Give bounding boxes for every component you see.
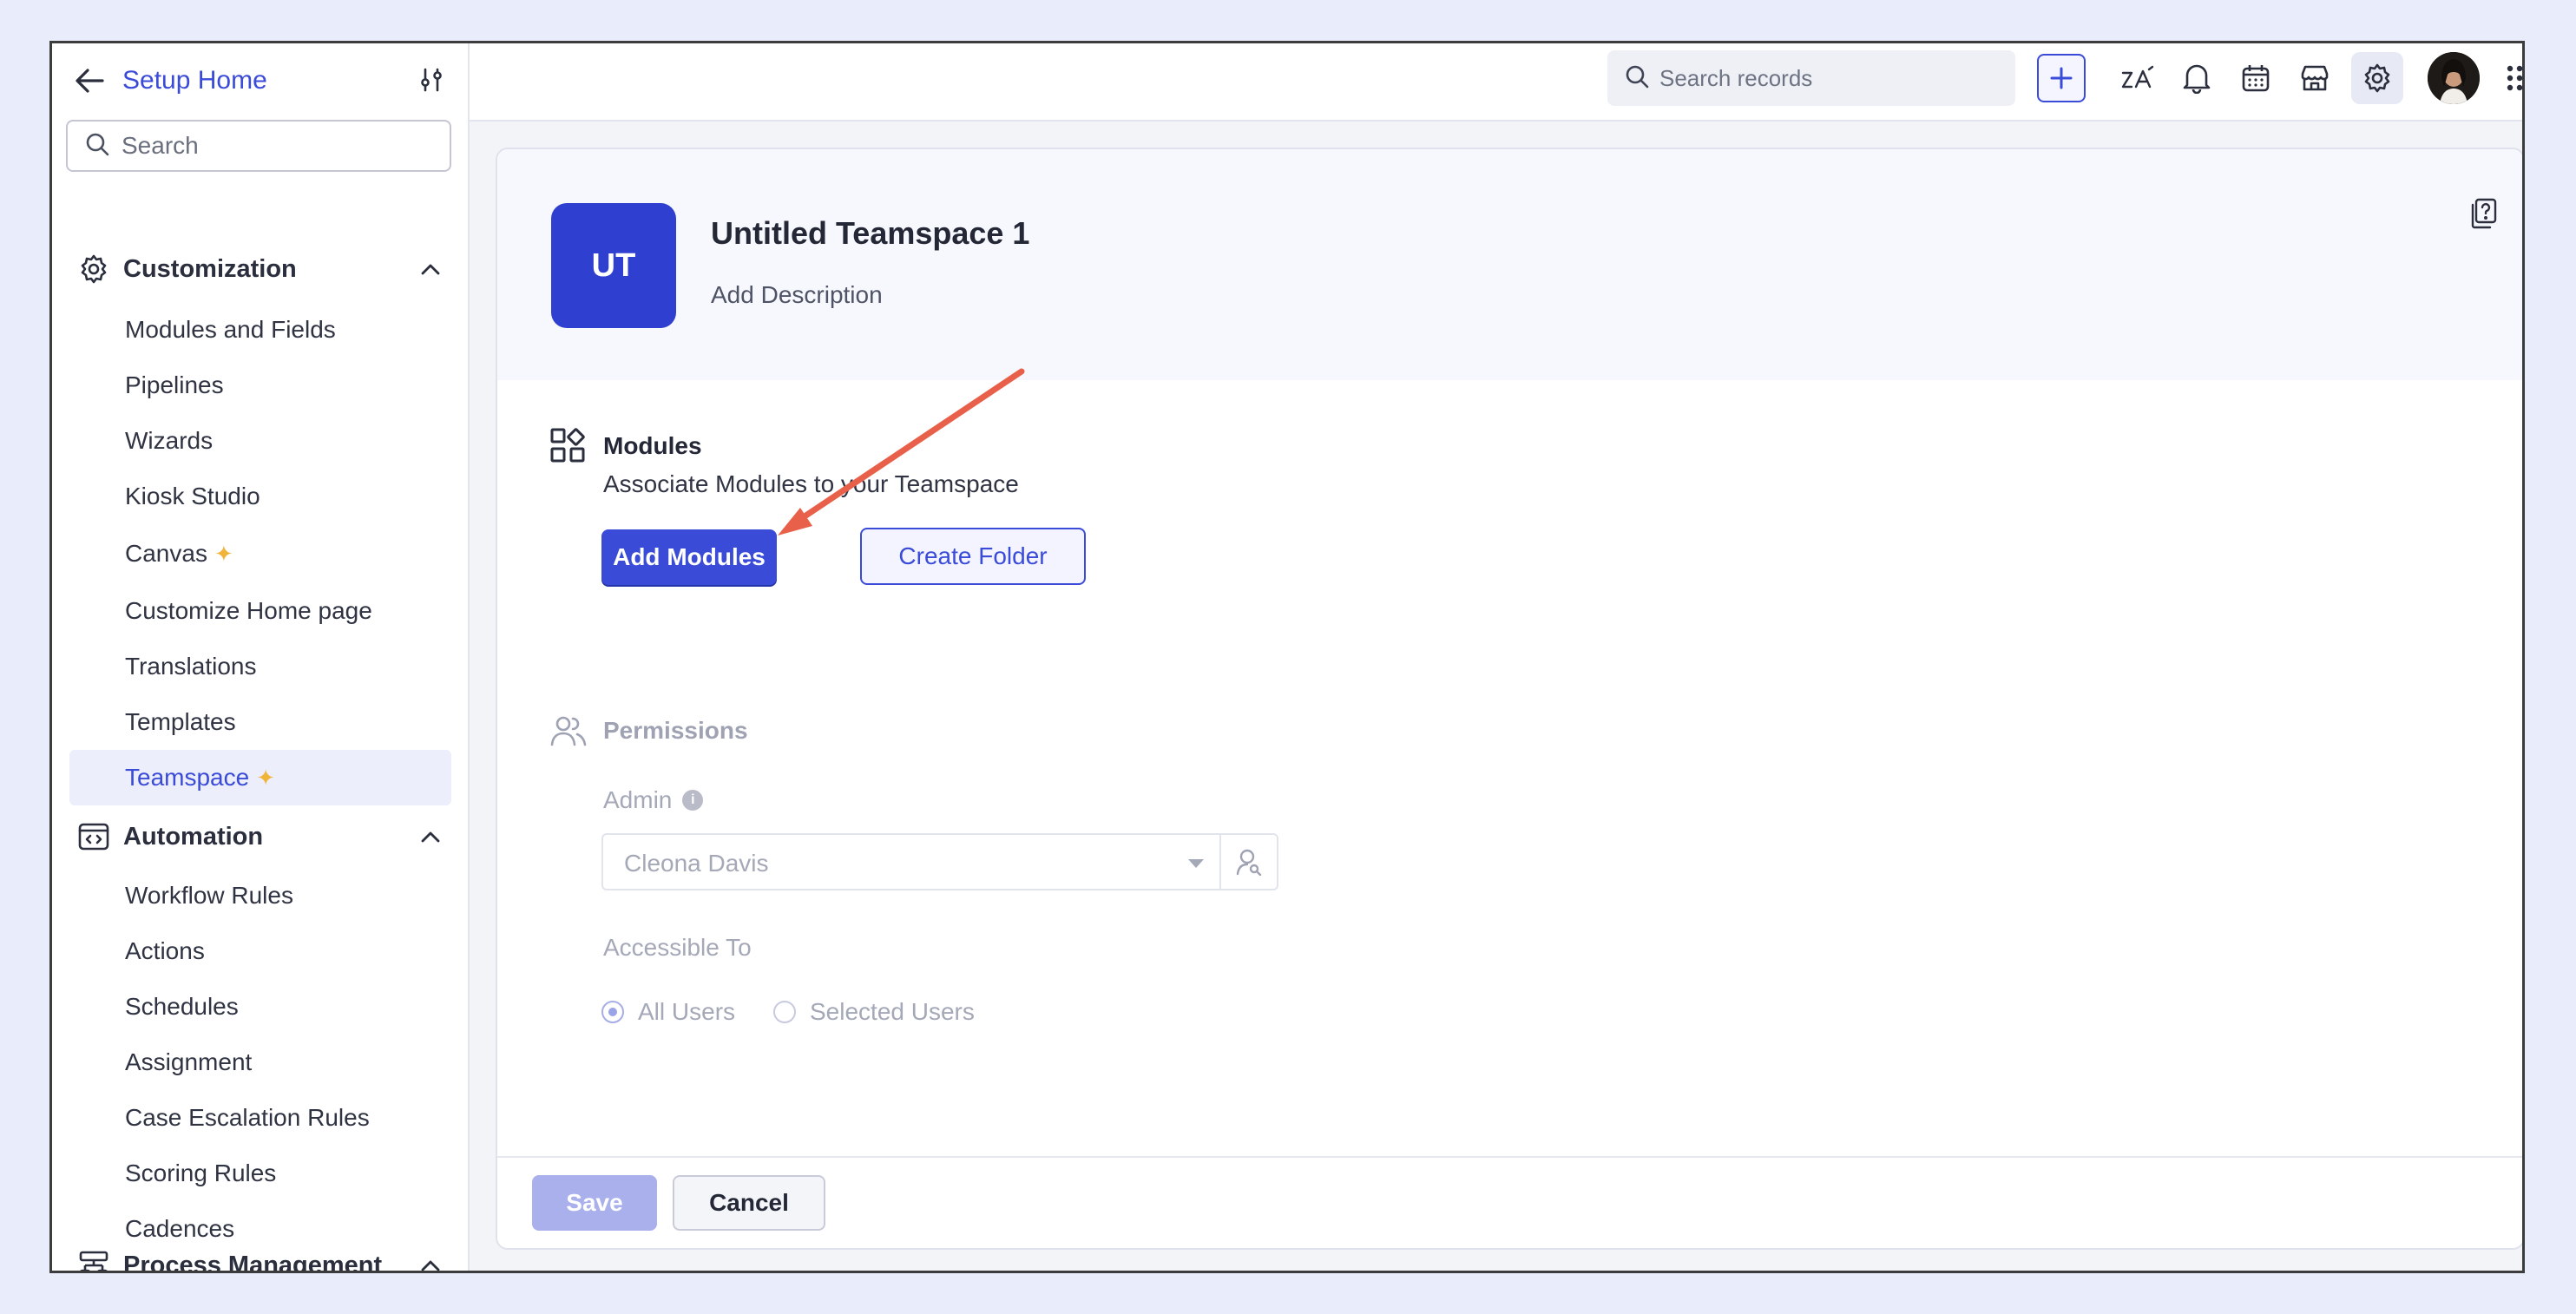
app-window: Setup Home Customization Modules and Fie… [49, 41, 2525, 1273]
plus-icon[interactable] [2037, 54, 2086, 102]
teamspace-header: UT Untitled Teamspace 1 Add Description [497, 149, 2522, 380]
search-icon [85, 132, 109, 161]
permissions-title: Permissions [603, 717, 748, 744]
modules-grid-icon [549, 427, 586, 463]
info-icon[interactable]: i [682, 790, 704, 811]
radio-all-users[interactable]: All Users [601, 998, 735, 1026]
section-customization[interactable]: Customization [76, 248, 458, 290]
automation-code-icon [76, 819, 111, 854]
sidebar-item-schedules[interactable]: Schedules [125, 989, 239, 1024]
admin-label-text: Admin [603, 786, 673, 813]
sidebar-item-label: Canvas [125, 540, 207, 567]
save-button[interactable]: Save [532, 1175, 657, 1231]
zia-icon[interactable] [2115, 56, 2160, 101]
sidebar-item-templates[interactable]: Templates [125, 705, 236, 739]
section-label: Customization [123, 254, 297, 283]
avatar[interactable] [2428, 52, 2480, 104]
sidebar-item-teamspace[interactable]: Teamspace ✦ [125, 760, 275, 795]
admin-select[interactable]: Cleona Davis [601, 833, 1278, 890]
chevron-up-icon[interactable] [415, 253, 446, 285]
section-label: Automation [123, 822, 264, 851]
sidebar-search[interactable] [66, 120, 451, 172]
gear-icon[interactable] [2351, 52, 2403, 104]
teamspace-name[interactable]: Untitled Teamspace 1 [711, 215, 1029, 252]
users-icon [549, 713, 588, 752]
search-records-field[interactable]: Search records [1607, 50, 2015, 106]
marketplace-icon[interactable] [2292, 56, 2337, 101]
radio-unselected-icon [773, 1001, 796, 1023]
radio-selected-users[interactable]: Selected Users [773, 998, 975, 1026]
radio-label: All Users [638, 998, 736, 1025]
top-bar: Search records [470, 43, 2522, 122]
radio-selected-icon [601, 1001, 624, 1023]
create-folder-button[interactable]: Create Folder [860, 528, 1086, 585]
add-description-link[interactable]: Add Description [711, 281, 883, 309]
chevron-up-icon[interactable] [415, 821, 446, 852]
admin-select-value: Cleona Davis [624, 850, 769, 877]
add-modules-button[interactable]: Add Modules [601, 529, 777, 585]
main-content: UT Untitled Teamspace 1 Add Description … [470, 122, 2522, 1271]
sidebar-item-pipelines[interactable]: Pipelines [125, 368, 224, 403]
sparkle-icon: ✦ [214, 540, 233, 567]
sidebar-item-wizards[interactable]: Wizards [125, 424, 213, 458]
caret-down-icon [1188, 859, 1204, 868]
apps-grid-icon[interactable] [2497, 56, 2522, 101]
user-lookup-icon[interactable] [1219, 835, 1277, 889]
filter-sliders-icon[interactable] [416, 64, 447, 95]
section-label: Process Management [123, 1251, 383, 1273]
form-footer: Save Cancel [497, 1156, 2522, 1248]
bell-icon[interactable] [2174, 56, 2219, 101]
modules-subtitle: Associate Modules to your Teamspace [603, 470, 1019, 497]
sidebar-item-scoring-rules[interactable]: Scoring Rules [125, 1156, 276, 1191]
sidebar-item-canvas[interactable]: Canvas ✦ [125, 536, 233, 571]
accessible-to-label: Accessible To [603, 934, 752, 961]
sidebar-item-assignment[interactable]: Assignment [125, 1045, 252, 1080]
admin-label: Admin i [603, 786, 704, 814]
teamspace-card: UT Untitled Teamspace 1 Add Description … [496, 148, 2522, 1250]
sidebar-item-kiosk-studio[interactable]: Kiosk Studio [125, 479, 260, 514]
modules-title: Modules [603, 432, 702, 459]
sidebar-item-actions[interactable]: Actions [125, 934, 205, 969]
sidebar-item-customize-home-page[interactable]: Customize Home page [125, 594, 372, 628]
teamspace-avatar-badge[interactable]: UT [551, 203, 676, 328]
sidebar-item-modules-and-fields[interactable]: Modules and Fields [125, 312, 336, 347]
calendar-icon[interactable] [2233, 56, 2278, 101]
section-automation[interactable]: Automation [76, 816, 458, 857]
chevron-up-icon[interactable] [415, 1250, 446, 1271]
setup-sidebar: Setup Home Customization Modules and Fie… [52, 43, 470, 1271]
section-process-management[interactable]: Process Management [76, 1245, 458, 1273]
sidebar-search-input[interactable] [120, 131, 436, 161]
sidebar-item-workflow-rules[interactable]: Workflow Rules [125, 878, 293, 913]
search-records-placeholder: Search records [1659, 64, 1813, 91]
sidebar-header: Setup Home [74, 61, 447, 100]
clipboard-help-icon[interactable] [2466, 196, 2500, 231]
process-flow-icon [76, 1248, 111, 1271]
sidebar-title[interactable]: Setup Home [122, 66, 267, 95]
search-icon [1625, 64, 1649, 93]
back-arrow-icon[interactable] [74, 65, 105, 96]
sidebar-item-label: Teamspace [125, 764, 250, 791]
sidebar-item-case-escalation-rules[interactable]: Case Escalation Rules [125, 1100, 370, 1135]
gear-outline-icon [76, 252, 111, 286]
sidebar-item-translations[interactable]: Translations [125, 649, 256, 684]
sparkle-icon: ✦ [256, 764, 275, 791]
radio-label: Selected Users [810, 998, 975, 1025]
cancel-button[interactable]: Cancel [673, 1175, 825, 1231]
sidebar-item-cadences[interactable]: Cadences [125, 1212, 234, 1246]
